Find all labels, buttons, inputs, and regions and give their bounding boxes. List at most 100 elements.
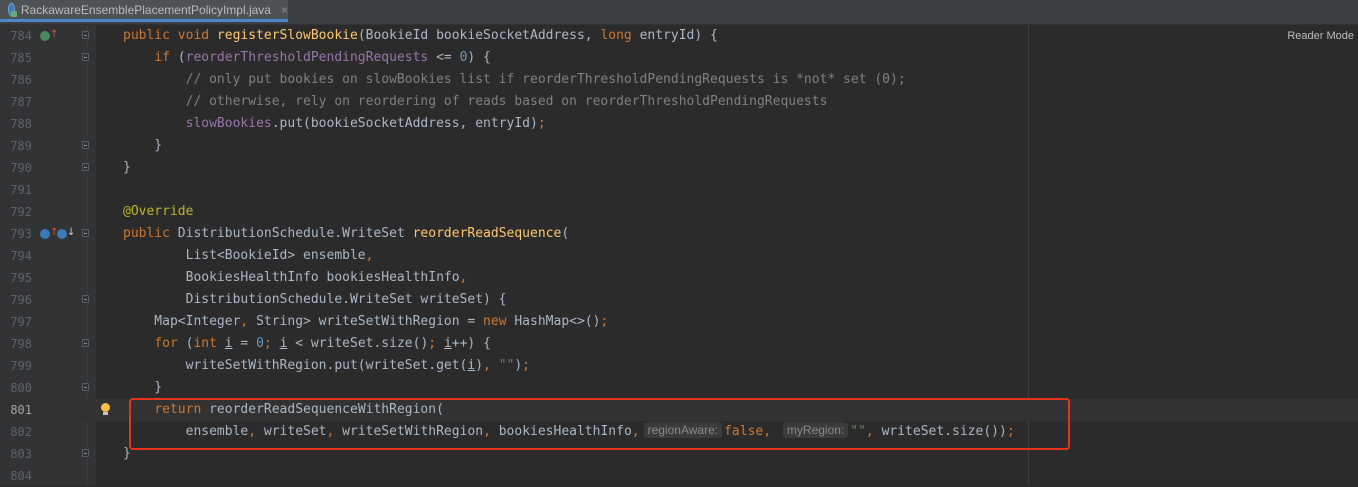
file-tab-label: RackawareEnsemblePlacementPolicyImpl.jav… — [20, 2, 271, 17]
fold-toggle-icon[interactable] — [82, 141, 89, 149]
line-number: 784 — [10, 29, 32, 43]
fold-toggle-icon[interactable] — [82, 295, 89, 303]
code-token: 0 — [256, 336, 264, 351]
code-text: Map<Integer, String> writeSetWithRegion … — [123, 311, 608, 333]
arrow-down-icon: ↓ — [67, 227, 76, 238]
code-text: @Override — [123, 201, 193, 223]
code-line-795[interactable]: 795 BookiesHealthInfo bookiesHealthInfo, — [0, 267, 1358, 289]
editor-tab-bar: RackawareEnsemblePlacementPolicyImpl.jav… — [0, 0, 1358, 25]
code-token: ( — [177, 50, 186, 65]
code-token: String> writeSetWithRegion = — [256, 314, 484, 329]
code-token: HashMap<>() — [514, 314, 601, 329]
code-token: ++) { — [451, 336, 491, 351]
code-token: @Override — [123, 204, 194, 219]
fold-toggle-icon[interactable] — [82, 229, 89, 237]
overrides-method-icon[interactable] — [40, 229, 50, 239]
code-token: registerSlowBookie — [216, 28, 358, 43]
java-class-icon — [8, 3, 17, 17]
code-line-789[interactable]: 789 } — [0, 135, 1358, 157]
code-line-785[interactable]: 785 if (reorderThresholdPendingRequests … — [0, 47, 1358, 69]
code-token: public void — [123, 28, 217, 43]
code-token: if — [154, 50, 178, 65]
code-line-791[interactable]: 791 — [0, 179, 1358, 201]
code-text: List<BookieId> ensemble, — [123, 245, 374, 267]
fold-toggle-icon[interactable] — [82, 53, 89, 61]
highlight-annotation-box — [129, 398, 1070, 450]
overridden-method-icon[interactable] — [57, 229, 67, 239]
code-line-796[interactable]: 796 DistributionSchedule.WriteSet writeS… — [0, 289, 1358, 311]
line-number: 795 — [10, 271, 32, 285]
line-number: 785 — [10, 51, 32, 65]
line-number: 802 — [10, 425, 32, 439]
code-text: public DistributionSchedule.WriteSet reo… — [123, 223, 569, 245]
code-token: (BookieId bookieSocketAddress, — [357, 28, 601, 43]
code-token: BookiesHealthInfo bookiesHealthInfo — [123, 270, 460, 285]
fold-toggle-icon[interactable] — [82, 339, 89, 347]
code-token: new — [483, 314, 515, 329]
code-token: Map<Integer — [123, 314, 241, 329]
code-text: slowBookies.put(bookieSocketAddress, ent… — [123, 113, 546, 135]
code-line-793[interactable]: 793 ↑ ↓ public DistributionSchedule.WriteSe… — [0, 223, 1358, 245]
implements-method-icon[interactable] — [40, 31, 50, 41]
code-text: public void registerSlowBookie(BookieId … — [123, 25, 718, 47]
code-token: int — [193, 336, 225, 351]
code-token: ) — [475, 358, 484, 373]
code-text: // otherwise, rely on reordering of read… — [123, 91, 828, 113]
code-token: ; — [600, 314, 609, 329]
code-line-799[interactable]: 799 writeSetWithRegion.put(writeSet.get(… — [0, 355, 1358, 377]
file-tab[interactable]: RackawareEnsemblePlacementPolicyImpl.jav… — [0, 0, 288, 22]
code-token: // otherwise, rely on reordering of read… — [123, 94, 828, 109]
code-line-784[interactable]: 784 ↑ public void registerSlowBookie(Booki… — [0, 25, 1358, 47]
code-text: // only put bookies on slowBookies list … — [123, 69, 906, 91]
line-number: 794 — [10, 249, 32, 263]
lightbulb-icon[interactable] — [101, 403, 110, 415]
code-text: writeSetWithRegion.put(writeSet.get(i), … — [123, 355, 530, 377]
line-number: 792 — [10, 205, 32, 219]
fold-toggle-icon[interactable] — [82, 31, 89, 39]
code-token: = — [232, 336, 257, 351]
fold-toggle-icon[interactable] — [82, 449, 89, 457]
code-token: , — [365, 248, 374, 263]
code-token: slowBookies — [185, 116, 272, 131]
code-line-788[interactable]: 788 slowBookies.put(bookieSocketAddress,… — [0, 113, 1358, 135]
code-token: .put(bookieSocketAddress, entryId) — [271, 116, 538, 131]
line-number: 797 — [10, 315, 32, 329]
code-token: , — [240, 314, 257, 329]
code-token: ) { — [467, 50, 491, 65]
line-number: 799 — [10, 359, 32, 373]
line-number: 804 — [10, 469, 32, 483]
code-token: reorderThresholdPendingRequests — [185, 50, 429, 65]
code-token: , — [483, 358, 499, 373]
arrow-up-icon: ↑ — [50, 29, 59, 40]
code-token: ; — [428, 336, 444, 351]
code-line-794[interactable]: 794 List<BookieId> ensemble, — [0, 245, 1358, 267]
code-token: "" — [498, 358, 515, 373]
code-token: DistributionSchedule.WriteSet writeSet) … — [123, 292, 507, 307]
code-token: ; — [263, 336, 280, 351]
code-token: long — [600, 28, 640, 43]
line-number: 803 — [10, 447, 32, 461]
line-number: 796 — [10, 293, 32, 307]
line-number: 793 — [10, 227, 32, 241]
code-line-798[interactable]: 798 for (int i = 0; i < writeSet.size();… — [0, 333, 1358, 355]
code-line-804[interactable]: 804 — [0, 465, 1358, 487]
line-number: 786 — [10, 73, 32, 87]
code-text: } — [123, 157, 131, 179]
code-text: if (reorderThresholdPendingRequests <= 0… — [123, 47, 491, 69]
code-line-797[interactable]: 797 Map<Integer, String> writeSetWithReg… — [0, 311, 1358, 333]
code-token: } — [123, 160, 131, 175]
code-token: <= — [428, 50, 460, 65]
code-token: ) — [514, 358, 523, 373]
fold-toggle-icon[interactable] — [82, 163, 89, 171]
code-line-800[interactable]: 800 } — [0, 377, 1358, 399]
code-line-790[interactable]: 790} — [0, 157, 1358, 179]
code-line-786[interactable]: 786 // only put bookies on slowBookies l… — [0, 69, 1358, 91]
close-tab-icon[interactable]: × — [281, 3, 288, 17]
code-line-792[interactable]: 792 @Override — [0, 201, 1358, 223]
code-line-787[interactable]: 787 // otherwise, rely on reordering of … — [0, 91, 1358, 113]
line-number: 790 — [10, 161, 32, 175]
code-text: } — [123, 135, 162, 157]
code-token: DistributionSchedule.WriteSet — [177, 226, 413, 241]
fold-toggle-icon[interactable] — [82, 383, 89, 391]
